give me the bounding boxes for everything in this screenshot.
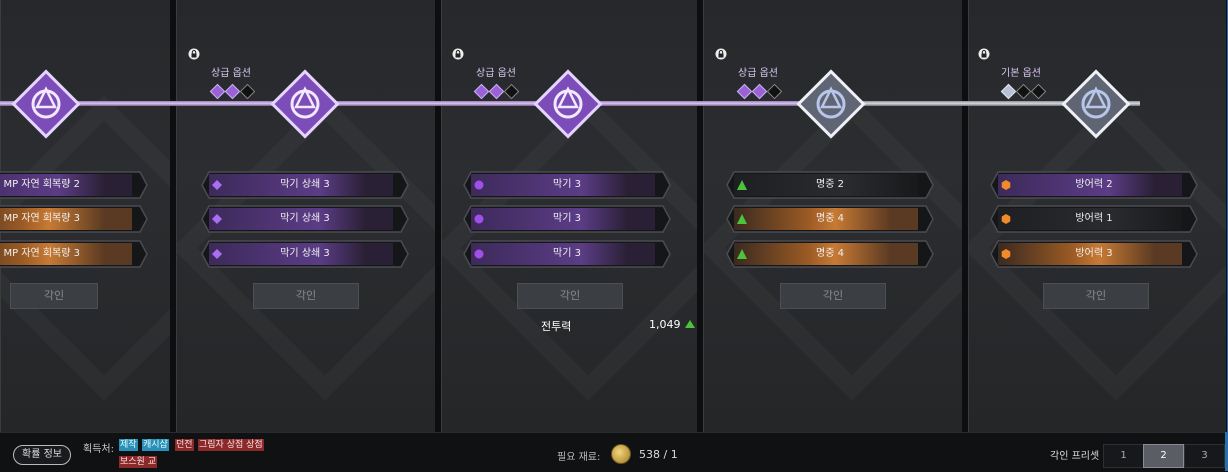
engrave-button[interactable]: 각인 [1043, 283, 1149, 309]
option-text: 방어력 3 [1075, 248, 1113, 259]
source-link[interactable]: 던전 [175, 439, 194, 451]
option-grade-label: 상급 옵션 [738, 68, 778, 79]
rune-emblem-icon[interactable] [790, 63, 872, 145]
option-text: 명중 4 [816, 213, 844, 224]
option-row[interactable]: MP 자연 회복량 2 [0, 171, 148, 199]
source-link[interactable]: 캐시샵 [142, 439, 169, 451]
lock-icon[interactable] [452, 48, 464, 60]
option-text: MP 자연 회복량 3 [3, 248, 80, 259]
option-text: 명중 4 [816, 248, 844, 259]
grade-gems [209, 82, 257, 100]
option-grade-label: 기본 옵션 [1001, 68, 1041, 79]
probability-info-button[interactable]: 확률 정보 [13, 445, 71, 465]
engrave-button[interactable]: 각인 [517, 283, 623, 309]
option-row[interactable]: 막기 상쇄 3 [201, 171, 409, 199]
option-text: 막기 상쇄 3 [280, 248, 330, 259]
engrave-button[interactable]: 각인 [10, 283, 98, 309]
option-grade-label: 상급 옵션 [211, 68, 251, 79]
option-text: 막기 상쇄 3 [280, 179, 330, 190]
option-row[interactable]: 명중 4 [726, 205, 934, 233]
grade-gems [473, 82, 521, 100]
option-row[interactable]: MP 자연 회복량 3 [0, 205, 148, 233]
coin-icon [611, 444, 631, 464]
option-text: 명중 2 [816, 179, 844, 190]
grade-gems [1000, 82, 1048, 100]
option-text: MP 자연 회복량 2 [3, 179, 80, 190]
rune-emblem-icon[interactable] [5, 63, 87, 145]
rune-emblem-icon[interactable] [264, 63, 346, 145]
option-grade-label: 상급 옵션 [476, 68, 516, 79]
grade-gems [736, 82, 784, 100]
option-row[interactable]: 막기 상쇄 3 [201, 205, 409, 233]
option-row[interactable]: MP 자연 회복량 3 [0, 240, 148, 268]
option-row[interactable]: 방어력 3 [990, 240, 1198, 268]
material-value: 538 / 1 [639, 448, 678, 461]
option-text: 방어력 2 [1075, 179, 1113, 190]
progress-line-active [0, 101, 830, 106]
option-text: 방어력 1 [1075, 213, 1113, 224]
combat-power-value: 1,049 [649, 318, 681, 331]
rune-emblem-icon[interactable] [1055, 63, 1137, 145]
source-link[interactable]: 그림자 상점 상점 [198, 439, 264, 451]
preset-tab-1[interactable]: 1 [1103, 444, 1144, 468]
option-text: MP 자연 회복량 3 [3, 213, 80, 224]
engrave-button[interactable]: 각인 [253, 283, 359, 309]
option-text: 막기 3 [553, 248, 581, 259]
engrave-button[interactable]: 각인 [780, 283, 886, 309]
lock-icon[interactable] [188, 48, 200, 60]
increase-arrow-icon [685, 320, 695, 328]
option-row[interactable]: 막기 상쇄 3 [201, 240, 409, 268]
lock-icon[interactable] [978, 48, 990, 60]
source-link[interactable]: 보스원 교 [119, 456, 157, 468]
lock-icon[interactable] [715, 48, 727, 60]
option-row[interactable]: 명중 4 [726, 240, 934, 268]
source-label: 획득처: [83, 444, 114, 455]
preset-tab-3[interactable]: 3 [1184, 444, 1225, 468]
option-row[interactable]: 방어력 1 [990, 205, 1198, 233]
option-row[interactable]: 막기 3 [463, 205, 671, 233]
option-row[interactable]: 막기 3 [463, 171, 671, 199]
option-text: 막기 상쇄 3 [280, 213, 330, 224]
preset-label: 각인 프리셋 [1050, 451, 1100, 462]
rune-emblem-icon[interactable] [527, 63, 609, 145]
option-text: 막기 3 [553, 179, 581, 190]
material-label: 필요 재료: [557, 452, 601, 463]
option-row[interactable]: 명중 2 [726, 171, 934, 199]
preset-tab-2[interactable]: 2 [1143, 444, 1184, 468]
option-text: 막기 3 [553, 213, 581, 224]
source-link[interactable]: 제작 [119, 439, 138, 451]
option-row[interactable]: 막기 3 [463, 240, 671, 268]
option-row[interactable]: 방어력 2 [990, 171, 1198, 199]
combat-power-label: 전투력 [541, 320, 572, 333]
